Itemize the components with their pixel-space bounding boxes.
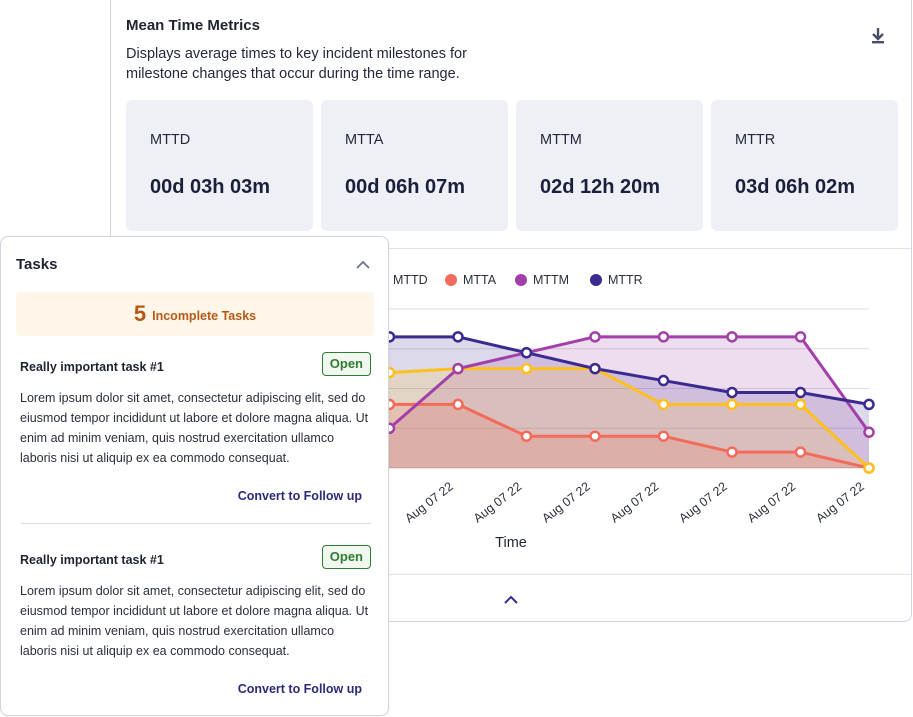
x-tick-label: Aug 07 22 (676, 479, 730, 525)
metrics-title: Mean Time Metrics (126, 17, 260, 34)
metric-tile-mtta: MTTA 00d 06h 07m (321, 100, 508, 231)
data-point (726, 398, 738, 411)
legend-label: MTTD (393, 273, 428, 287)
data-point (589, 362, 601, 375)
x-tick-label: Aug 07 22 (402, 479, 456, 525)
metric-tile-label: MTTM (540, 132, 582, 148)
data-point (863, 426, 875, 438)
data-point (726, 446, 738, 458)
x-axis-label: Time (495, 535, 527, 551)
data-point (520, 346, 533, 359)
legend-label: MTTM (533, 273, 569, 287)
data-point (452, 398, 464, 411)
task-item: Really important task #1 Open Lorem ipsu… (16, 545, 372, 703)
metrics-description: Displays average times to key incident m… (126, 46, 467, 82)
chevron-up-icon[interactable] (499, 590, 523, 610)
data-point (794, 446, 807, 458)
task-title: Really important task #1 (20, 553, 164, 567)
data-point (794, 386, 807, 399)
x-tick-label: Aug 07 22 (745, 479, 799, 525)
data-point (452, 331, 464, 343)
legend-label: MTTA (463, 273, 497, 287)
download-icon[interactable] (866, 24, 890, 48)
task-title: Really important task #1 (20, 360, 164, 374)
tasks-title: Tasks (16, 256, 58, 273)
metric-tile-label: MTTR (735, 132, 776, 148)
data-point (794, 331, 807, 343)
metric-tile-mttr: MTTR 03d 06h 02m (711, 100, 898, 231)
metric-tile-mttm: MTTM 02d 12h 20m (516, 100, 703, 231)
status-badge: Open (321, 352, 371, 376)
metric-tile-value: 02d 12h 20m (540, 176, 661, 198)
data-point (657, 374, 670, 387)
legend-label: MTTR (608, 273, 643, 287)
data-point (863, 462, 875, 474)
data-point (452, 362, 464, 375)
task-description: Lorem ipsum dolor sit amet, consectetur … (20, 584, 369, 658)
metric-tile-label: MTTD (150, 132, 191, 148)
metric-tile-mttd: MTTD 00d 03h 03m (126, 100, 313, 231)
legend-swatch (515, 274, 527, 286)
data-point (863, 398, 875, 411)
data-point (520, 362, 533, 375)
convert-to-follow-up-link[interactable]: Convert to Follow up (238, 489, 362, 503)
x-tick-label: Aug 07 22 (471, 479, 525, 525)
chevron-up-icon[interactable] (353, 255, 373, 275)
data-point (657, 430, 670, 442)
data-point (657, 331, 670, 343)
tasks-panel: Tasks 5 Incomplete Tasks Really importan… (0, 236, 389, 716)
data-point (589, 331, 601, 343)
legend-swatch (445, 274, 457, 286)
x-tick-label: Aug 07 22 (608, 479, 662, 525)
incomplete-label: Incomplete Tasks (152, 309, 257, 323)
incomplete-tasks-banner: 5 Incomplete Tasks (16, 292, 374, 336)
task-description: Lorem ipsum dolor sit amet, consectetur … (20, 391, 369, 465)
status-badge: Open (321, 545, 371, 569)
incomplete-count: 5 (133, 301, 147, 326)
legend-swatch (590, 274, 602, 286)
x-tick-label: Aug 07 22 (539, 479, 593, 525)
data-point (794, 398, 807, 411)
metric-tile-label: MTTA (345, 132, 384, 148)
data-point (520, 430, 533, 442)
metric-tile-value: 00d 03h 03m (150, 176, 271, 198)
data-point (589, 430, 601, 442)
x-tick-label: Aug 07 22 (813, 479, 867, 525)
metric-tile-value: 00d 06h 07m (345, 176, 466, 198)
data-point (726, 331, 738, 343)
task-divider (21, 523, 371, 524)
convert-to-follow-up-link[interactable]: Convert to Follow up (238, 682, 362, 696)
data-point (657, 398, 670, 411)
data-point (726, 386, 738, 399)
metric-tile-value: 03d 06h 02m (735, 176, 856, 198)
task-item: Really important task #1 Open Lorem ipsu… (16, 352, 372, 510)
